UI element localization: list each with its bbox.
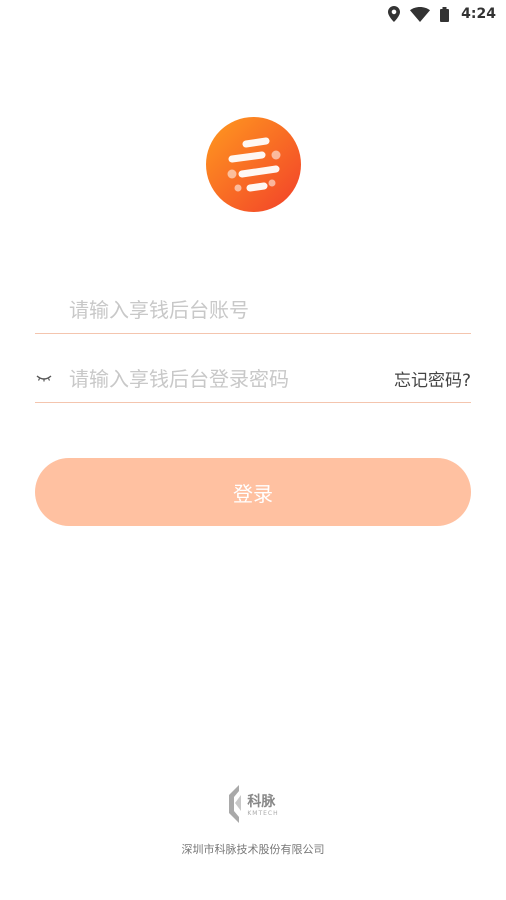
account-field (35, 285, 471, 334)
brand-name-en: KMTECH (247, 810, 279, 817)
company-name: 深圳市科脉技术股份有限公司 (181, 843, 325, 856)
battery-icon (440, 6, 450, 22)
company-logo-icon (227, 785, 245, 827)
account-input[interactable] (67, 289, 471, 331)
footer: 科脉 KMTECH 深圳市科脉技术股份有限公司 (0, 785, 506, 857)
status-bar: 4:24 (0, 0, 506, 28)
brand-name-cn: 科脉 (247, 794, 276, 810)
app-logo-icon (206, 117, 301, 212)
wifi-icon (410, 6, 431, 22)
eye-closed-icon[interactable] (35, 368, 53, 386)
company-logo: 科脉 KMTECH (227, 785, 278, 827)
login-button[interactable]: 登录 (35, 458, 471, 526)
status-time: 4:24 (461, 6, 496, 22)
forgot-password-link[interactable]: 忘记密码? (394, 366, 471, 391)
password-input[interactable] (67, 358, 381, 400)
location-pin-icon (388, 6, 401, 22)
password-field: 忘记密码? (35, 354, 471, 403)
